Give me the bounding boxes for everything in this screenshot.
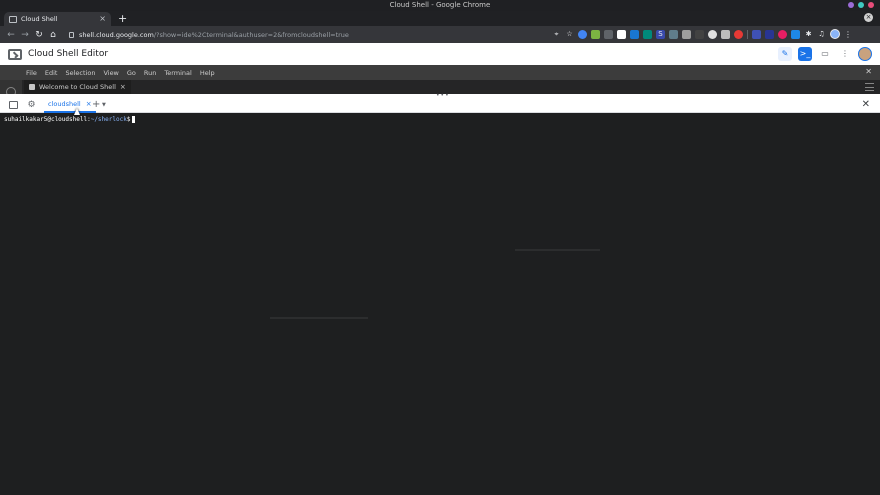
extension-s-icon[interactable]: S — [656, 29, 665, 39]
extension-teal-icon[interactable] — [643, 29, 652, 39]
menu-view[interactable]: View — [103, 69, 118, 77]
mouse-cursor-icon — [74, 108, 80, 115]
profile-avatar[interactable] — [830, 29, 840, 39]
editor-layout-menu-icon[interactable] — [865, 83, 874, 91]
lock-icon[interactable] — [69, 31, 74, 38]
browser-close-button[interactable]: × — [864, 13, 873, 22]
cloud-shell-header: Cloud Shell Editor ✎ >_ ▭ ⋮ — [0, 43, 880, 65]
browser-tab-cloud-shell[interactable]: Cloud Shell × — [4, 12, 111, 26]
url-text[interactable]: shell.cloud.google.com/?show=ide%2Ctermi… — [79, 31, 349, 39]
cloud-shell-logo-icon — [8, 48, 22, 60]
minimize-button[interactable] — [848, 2, 854, 8]
toolbar-divider — [747, 29, 748, 39]
close-terminal-icon[interactable]: ✕ — [862, 98, 870, 112]
keyboard-icon[interactable] — [9, 101, 18, 109]
menu-run[interactable]: Run — [144, 69, 156, 77]
menu-terminal[interactable]: Terminal — [164, 69, 191, 77]
terminal-tab-cloudshell[interactable]: cloudshell × — [44, 97, 96, 113]
extension-indigo-icon[interactable] — [752, 29, 761, 39]
faded-artifact — [270, 317, 368, 319]
window-titlebar: Cloud Shell - Google Chrome — [0, 0, 880, 11]
terminal-tab-label: cloudshell — [48, 100, 81, 108]
add-terminal-tab-button[interactable]: + — [92, 99, 100, 111]
welcome-file-icon — [29, 84, 35, 90]
editor-menubar: File Edit Selection View Go Run Terminal… — [0, 65, 880, 80]
media-control-icon[interactable]: ♫ — [817, 30, 826, 39]
text-cursor — [132, 116, 136, 123]
reload-icon[interactable]: ↻ — [32, 30, 46, 40]
app-title: Cloud Shell Editor — [28, 49, 109, 59]
extension-red-icon[interactable] — [734, 29, 743, 39]
chevron-down-icon[interactable]: ▼ — [102, 102, 106, 108]
extension-doc-icon[interactable] — [630, 29, 639, 39]
forward-icon[interactable]: → — [18, 30, 32, 40]
maximize-button[interactable] — [858, 2, 864, 8]
close-editor-tab-icon[interactable]: × — [120, 83, 126, 91]
header-actions: ✎ >_ ▭ ⋮ — [778, 47, 872, 61]
editor-tab-welcome[interactable]: Welcome to Cloud Shell × — [24, 80, 131, 94]
extension-dark-icon[interactable] — [695, 29, 704, 39]
window-title: Cloud Shell - Google Chrome — [389, 1, 491, 9]
extension-green-icon[interactable] — [591, 29, 600, 39]
extension-bar: ⌖ ☆ S ✱ ♫ ⋮ — [552, 29, 852, 39]
screen: Cloud Shell - Google Chrome Cloud Shell … — [0, 0, 880, 495]
open-editor-pencil-icon[interactable]: ✎ — [778, 47, 792, 61]
close-terminal-tab-icon[interactable]: × — [86, 100, 92, 108]
shell-prompt: suhailkakar5@cloudshell: ~/sherlock $ — [4, 116, 136, 123]
browser-tab-title: Cloud Shell — [21, 15, 58, 23]
user-avatar[interactable] — [858, 47, 872, 61]
web-preview-icon[interactable]: ▭ — [818, 47, 832, 61]
close-editor-icon[interactable]: ✕ — [865, 67, 872, 76]
terminal-output[interactable]: suhailkakar5@cloudshell: ~/sherlock $ — [0, 113, 880, 495]
extension-slate-icon[interactable] — [669, 29, 678, 39]
location-key-icon[interactable]: ⌖ — [552, 30, 561, 39]
extension-pink-icon[interactable] — [778, 29, 787, 39]
menu-edit[interactable]: Edit — [45, 69, 58, 77]
puzzle-extensions-icon[interactable]: ✱ — [804, 30, 813, 39]
browser-toolbar: ← → ↻ ⌂ shell.cloud.google.com/?show=ide… — [0, 26, 880, 43]
cloud-shell-favicon-icon — [9, 15, 17, 23]
extension-white-icon[interactable] — [617, 29, 626, 39]
terminal-tab-bar: ⚙ cloudshell × + ▼ ✕ — [0, 97, 880, 113]
extension-grey-icon[interactable] — [604, 29, 613, 39]
browser-menu-icon[interactable]: ⋮ — [844, 30, 852, 39]
activity-bar — [0, 80, 22, 97]
close-tab-icon[interactable]: × — [99, 15, 106, 23]
window-controls — [848, 2, 874, 8]
more-options-icon[interactable]: ⋮ — [838, 47, 852, 61]
menu-go[interactable]: Go — [127, 69, 136, 77]
extension-navy-icon[interactable] — [765, 29, 774, 39]
editor-tab-label: Welcome to Cloud Shell — [39, 83, 116, 91]
home-icon[interactable]: ⌂ — [46, 30, 60, 40]
prompt-path: ~/sherlock — [90, 116, 127, 123]
faded-artifact — [515, 249, 600, 251]
close-window-dot[interactable] — [868, 2, 874, 8]
new-tab-button[interactable]: + — [118, 12, 127, 25]
address-bar[interactable]: shell.cloud.google.com/?show=ide%2Ctermi… — [66, 29, 586, 41]
menu-selection[interactable]: Selection — [65, 69, 95, 77]
extension-blue-icon[interactable] — [578, 29, 587, 39]
settings-gear-icon[interactable]: ⚙ — [27, 101, 36, 110]
menu-help[interactable]: Help — [200, 69, 215, 77]
open-terminal-icon[interactable]: >_ — [798, 47, 812, 61]
prompt-sign: $ — [126, 116, 131, 123]
prompt-user: suhailkakar5@cloudshell: — [4, 116, 91, 123]
browser-tabstrip: Cloud Shell × + × — [0, 11, 880, 26]
back-icon[interactable]: ← — [4, 30, 18, 40]
extension-circle-icon[interactable] — [708, 29, 717, 39]
bookmark-star-icon[interactable]: ☆ — [565, 30, 574, 39]
extension-silver-icon[interactable] — [682, 29, 691, 39]
extension-light-icon[interactable] — [721, 29, 730, 39]
menu-file[interactable]: File — [26, 69, 37, 77]
extension-azure-icon[interactable] — [791, 29, 800, 39]
